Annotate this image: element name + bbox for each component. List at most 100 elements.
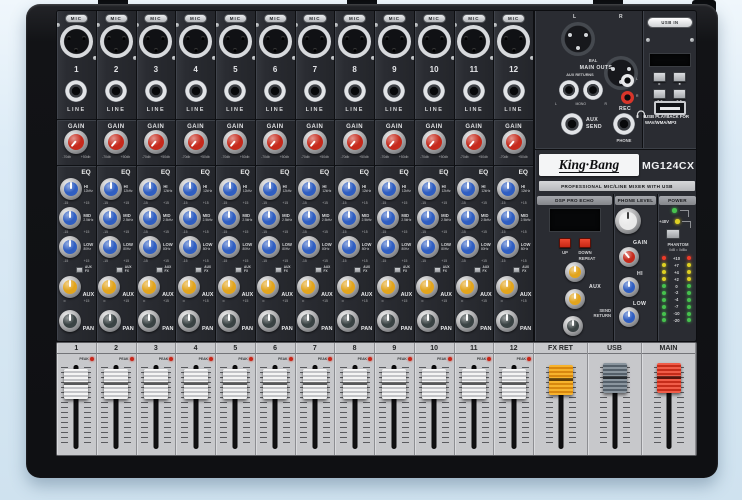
aux-send-knob[interactable] (59, 276, 81, 298)
aux-fx-route-button[interactable] (195, 267, 202, 274)
eq-mid-knob[interactable] (298, 207, 320, 229)
usb-gain-knob[interactable] (619, 247, 639, 267)
eq-hi-knob[interactable] (457, 178, 479, 200)
eq-hi-knob[interactable] (418, 178, 440, 200)
channel-fader[interactable] (382, 369, 406, 399)
aux-fx-route-button[interactable] (315, 267, 322, 274)
pan-knob[interactable] (417, 310, 439, 332)
master-fader[interactable] (549, 365, 573, 395)
eq-hi-knob[interactable] (298, 178, 320, 200)
pan-knob[interactable] (456, 310, 478, 332)
pan-knob[interactable] (496, 310, 518, 332)
aux-send-knob[interactable] (138, 276, 160, 298)
channel-fader[interactable] (502, 369, 526, 399)
gain-knob[interactable] (263, 130, 287, 154)
gain-knob[interactable] (502, 130, 526, 154)
aux-send-knob[interactable] (456, 276, 478, 298)
pan-knob[interactable] (297, 310, 319, 332)
pan-knob[interactable] (178, 310, 200, 332)
eq-mid-knob[interactable] (497, 207, 519, 229)
aux-send-knob[interactable] (178, 276, 200, 298)
pan-knob[interactable] (59, 310, 81, 332)
eq-low-knob[interactable] (338, 236, 360, 258)
gain-knob[interactable] (223, 130, 247, 154)
pan-knob[interactable] (377, 310, 399, 332)
pan-knob[interactable] (218, 310, 240, 332)
gain-knob[interactable] (64, 130, 88, 154)
aux-send-knob[interactable] (257, 276, 279, 298)
eq-mid-knob[interactable] (377, 207, 399, 229)
eq-mid-knob[interactable] (417, 207, 439, 229)
eq-mid-knob[interactable] (99, 207, 121, 229)
eq-hi-knob[interactable] (338, 178, 360, 200)
eq-mid-knob[interactable] (179, 207, 201, 229)
channel-fader[interactable] (64, 369, 88, 399)
aux-send-knob[interactable] (218, 276, 240, 298)
aux-fx-route-button[interactable] (235, 267, 242, 274)
usb-hi-knob[interactable] (619, 277, 639, 297)
phantom-button[interactable] (666, 229, 680, 239)
dsp-down-button[interactable] (579, 238, 591, 248)
eq-hi-knob[interactable] (179, 178, 201, 200)
aux-fx-route-button[interactable] (275, 267, 282, 274)
eq-mid-knob[interactable] (457, 207, 479, 229)
eq-low-knob[interactable] (457, 236, 479, 258)
gain-knob[interactable] (462, 130, 486, 154)
channel-fader[interactable] (343, 369, 367, 399)
eq-low-knob[interactable] (179, 236, 201, 258)
channel-fader[interactable] (104, 369, 128, 399)
eq-hi-knob[interactable] (60, 178, 82, 200)
channel-fader[interactable] (223, 369, 247, 399)
eq-mid-knob[interactable] (338, 207, 360, 229)
eq-mid-knob[interactable] (258, 207, 280, 229)
channel-fader[interactable] (462, 369, 486, 399)
eq-hi-knob[interactable] (259, 178, 281, 200)
aux-send-knob[interactable] (377, 276, 399, 298)
aux-send-knob[interactable] (297, 276, 319, 298)
eq-low-knob[interactable] (377, 236, 399, 258)
master-fader[interactable] (657, 363, 681, 393)
eq-low-knob[interactable] (218, 236, 240, 258)
eq-low-knob[interactable] (497, 236, 519, 258)
eq-low-knob[interactable] (99, 236, 121, 258)
send-return-knob[interactable] (563, 316, 583, 336)
channel-fader[interactable] (184, 369, 208, 399)
aux-fx-route-button[interactable] (116, 267, 123, 274)
usb-playback-button[interactable] (673, 89, 686, 99)
channel-fader[interactable] (263, 369, 287, 399)
gain-knob[interactable] (104, 130, 128, 154)
eq-hi-knob[interactable] (497, 178, 519, 200)
usb-playback-button[interactable] (653, 72, 666, 82)
eq-low-knob[interactable] (59, 236, 81, 258)
aux-fx-route-button[interactable] (434, 267, 441, 274)
dsp-repeat-knob[interactable] (565, 262, 585, 282)
aux-send-knob[interactable] (337, 276, 359, 298)
dsp-up-button[interactable] (559, 238, 571, 248)
eq-hi-knob[interactable] (219, 178, 241, 200)
aux-fx-route-button[interactable] (394, 267, 401, 274)
pan-knob[interactable] (99, 310, 121, 332)
phone-level-knob[interactable] (615, 208, 641, 234)
eq-low-knob[interactable] (139, 236, 161, 258)
eq-hi-knob[interactable] (378, 178, 400, 200)
eq-low-knob[interactable] (298, 236, 320, 258)
master-fader[interactable] (603, 363, 627, 393)
gain-knob[interactable] (382, 130, 406, 154)
eq-mid-knob[interactable] (139, 207, 161, 229)
usb-playback-button[interactable] (673, 72, 686, 82)
channel-fader[interactable] (303, 369, 327, 399)
gain-knob[interactable] (303, 130, 327, 154)
gain-knob[interactable] (144, 130, 168, 154)
aux-fx-route-button[interactable] (354, 267, 361, 274)
eq-low-knob[interactable] (417, 236, 439, 258)
aux-send-knob[interactable] (98, 276, 120, 298)
channel-fader[interactable] (144, 369, 168, 399)
pan-knob[interactable] (138, 310, 160, 332)
aux-fx-route-button[interactable] (156, 267, 163, 274)
eq-low-knob[interactable] (258, 236, 280, 258)
gain-knob[interactable] (422, 130, 446, 154)
eq-hi-knob[interactable] (139, 178, 161, 200)
aux-send-knob[interactable] (496, 276, 518, 298)
channel-fader[interactable] (422, 369, 446, 399)
pan-knob[interactable] (258, 310, 280, 332)
